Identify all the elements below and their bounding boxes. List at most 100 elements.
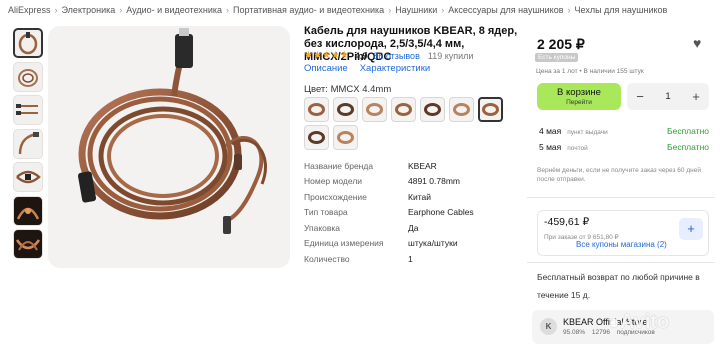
- delivery-option[interactable]: 4 мая пункт выдачи Бесплатно: [539, 126, 709, 136]
- chevron-right-icon: ›: [567, 5, 571, 15]
- delivery-date: 5 мая: [539, 142, 562, 152]
- spec-row: Происхождение Китай: [304, 189, 519, 205]
- divider: [527, 262, 715, 263]
- cable-icon: [337, 131, 354, 144]
- product-tabs: Описание Характеристики: [304, 63, 442, 74]
- breadcrumb-item[interactable]: Аксессуары для наушников: [448, 5, 563, 15]
- delivery-price: Бесплатно: [667, 126, 709, 136]
- color-swatch[interactable]: [478, 97, 503, 122]
- thumbnail[interactable]: [13, 162, 43, 192]
- cable-icon: [424, 103, 441, 116]
- spec-key: Количество: [304, 253, 350, 264]
- reviews-link[interactable]: 86 отзывов: [373, 51, 420, 61]
- cable-icon: [308, 131, 325, 144]
- minus-button[interactable]: −: [633, 89, 647, 104]
- thumbnail-list: [13, 28, 43, 263]
- specs-table: Название бренда KBEAR Номер модели 4891 0.7…: [304, 158, 519, 267]
- heart-icon[interactable]: ♥: [693, 35, 701, 51]
- breadcrumb: AliExpress › Электроника › Аудио- и видеот…: [8, 5, 667, 15]
- cable-icon: [453, 103, 470, 116]
- returns-text: Бесплатный возврат по любой причине в те…: [537, 272, 700, 300]
- spec-key: Тип товара: [304, 207, 348, 218]
- divider: [527, 197, 715, 198]
- color-label: Цвет: MMCX 4.4mm: [304, 84, 392, 95]
- cart-button-label: В корзине: [557, 87, 601, 98]
- cable-icon: [337, 103, 354, 116]
- color-swatch[interactable]: [391, 97, 416, 122]
- chevron-right-icon: ›: [441, 5, 445, 15]
- thumbnail[interactable]: [13, 229, 43, 259]
- spec-value: штука/штуки: [408, 238, 458, 249]
- spec-row: Упаковка Да: [304, 220, 519, 236]
- spec-key: Название бренда: [304, 160, 374, 171]
- color-swatch[interactable]: [304, 97, 329, 122]
- spec-row: Единица измерения штука/штуки: [304, 236, 519, 252]
- rating-value: 4,9: [354, 50, 368, 61]
- delivery-method: пункт выдачи: [567, 129, 608, 136]
- delivery-date: 4 мая: [539, 126, 562, 136]
- spec-value: Китай: [408, 191, 431, 202]
- product-image[interactable]: [48, 26, 290, 268]
- coupon-amount: -459,61 ₽: [544, 216, 590, 228]
- cable-icon: [308, 103, 325, 116]
- quantity-value[interactable]: 1: [665, 91, 670, 102]
- delivery-price: Бесплатно: [667, 142, 709, 152]
- thumbnail[interactable]: [13, 195, 43, 226]
- plus-button[interactable]: +: [689, 89, 703, 104]
- color-swatches: [304, 97, 519, 153]
- chevron-right-icon: ›: [226, 5, 230, 15]
- chevron-right-icon: ›: [54, 5, 58, 15]
- cart-button[interactable]: В корзине Перейти: [537, 83, 621, 110]
- color-swatch[interactable]: [449, 97, 474, 122]
- spec-value: KBEAR: [408, 160, 437, 171]
- thumbnail[interactable]: [13, 28, 43, 58]
- quantity-stepper: − 1 +: [627, 83, 709, 110]
- color-swatch[interactable]: [362, 97, 387, 122]
- watermark-text: Avito: [620, 311, 670, 333]
- color-swatch[interactable]: [333, 97, 358, 122]
- cart-button-sub: Перейти: [566, 99, 592, 106]
- tab-characteristics[interactable]: Характеристики: [360, 63, 430, 74]
- delivery-method: почтой: [567, 145, 588, 152]
- refund-note: Вернём деньги, если не получите заказ че…: [537, 167, 701, 183]
- thumbnail[interactable]: [13, 128, 43, 159]
- breadcrumb-item[interactable]: Чехлы для наушников: [575, 5, 668, 15]
- spec-value: Earphone Cables: [408, 207, 474, 218]
- spec-value: 1: [408, 253, 413, 264]
- spec-value: 4891 0.78mm: [408, 176, 460, 187]
- all-coupons-link[interactable]: Все купоны магазина (2): [576, 240, 667, 249]
- watermark-logo-icon: [610, 318, 618, 327]
- store-logo: K: [540, 318, 557, 335]
- color-swatch[interactable]: [333, 125, 358, 150]
- breadcrumb-item[interactable]: Аудио- и видеотехника: [126, 5, 222, 15]
- watermark: Avito: [610, 311, 669, 334]
- spec-row: Название бренда KBEAR: [304, 158, 519, 174]
- sold-count: 119 купили: [427, 50, 474, 61]
- breadcrumb-item[interactable]: AliExpress: [8, 5, 51, 15]
- chevron-right-icon: ›: [119, 5, 123, 15]
- thumbnail[interactable]: [13, 95, 43, 125]
- breadcrumb-item[interactable]: Портативная аудио- и видеотехника: [233, 5, 384, 15]
- breadcrumb-item[interactable]: Наушники: [395, 5, 437, 15]
- color-swatch[interactable]: [304, 125, 329, 150]
- tab-description[interactable]: Описание: [304, 63, 348, 74]
- rating-stars-icon: ★★★★★: [304, 50, 349, 61]
- coupon-badge: Есть купоны: [535, 53, 579, 62]
- breadcrumb-item[interactable]: Электроника: [62, 5, 116, 15]
- chevron-right-icon: ›: [388, 5, 392, 15]
- stock-info: Цена за 1 лот • В наличии 155 штук: [536, 68, 644, 75]
- color-swatch[interactable]: [420, 97, 445, 122]
- store-followers: 12796: [591, 329, 610, 336]
- add-coupon-button[interactable]: +: [679, 218, 703, 240]
- spec-key: Единица измерения: [304, 238, 384, 249]
- spec-key: Происхождение: [304, 191, 367, 202]
- coupon-card: -459,61 ₽ При заказе от 9 651,80 ₽ +: [537, 210, 709, 256]
- rating-row: ★★★★★ 4,9 86 отзывов 119 купили: [304, 50, 473, 61]
- delivery-option[interactable]: 5 мая почтой Бесплатно: [539, 142, 709, 152]
- spec-row: Тип товара Earphone Cables: [304, 205, 519, 221]
- cable-icon: [395, 103, 412, 116]
- spec-row: Номер модели 4891 0.78mm: [304, 174, 519, 190]
- cable-icon: [366, 103, 383, 116]
- thumbnail[interactable]: [13, 61, 43, 92]
- spec-key: Упаковка: [304, 222, 341, 233]
